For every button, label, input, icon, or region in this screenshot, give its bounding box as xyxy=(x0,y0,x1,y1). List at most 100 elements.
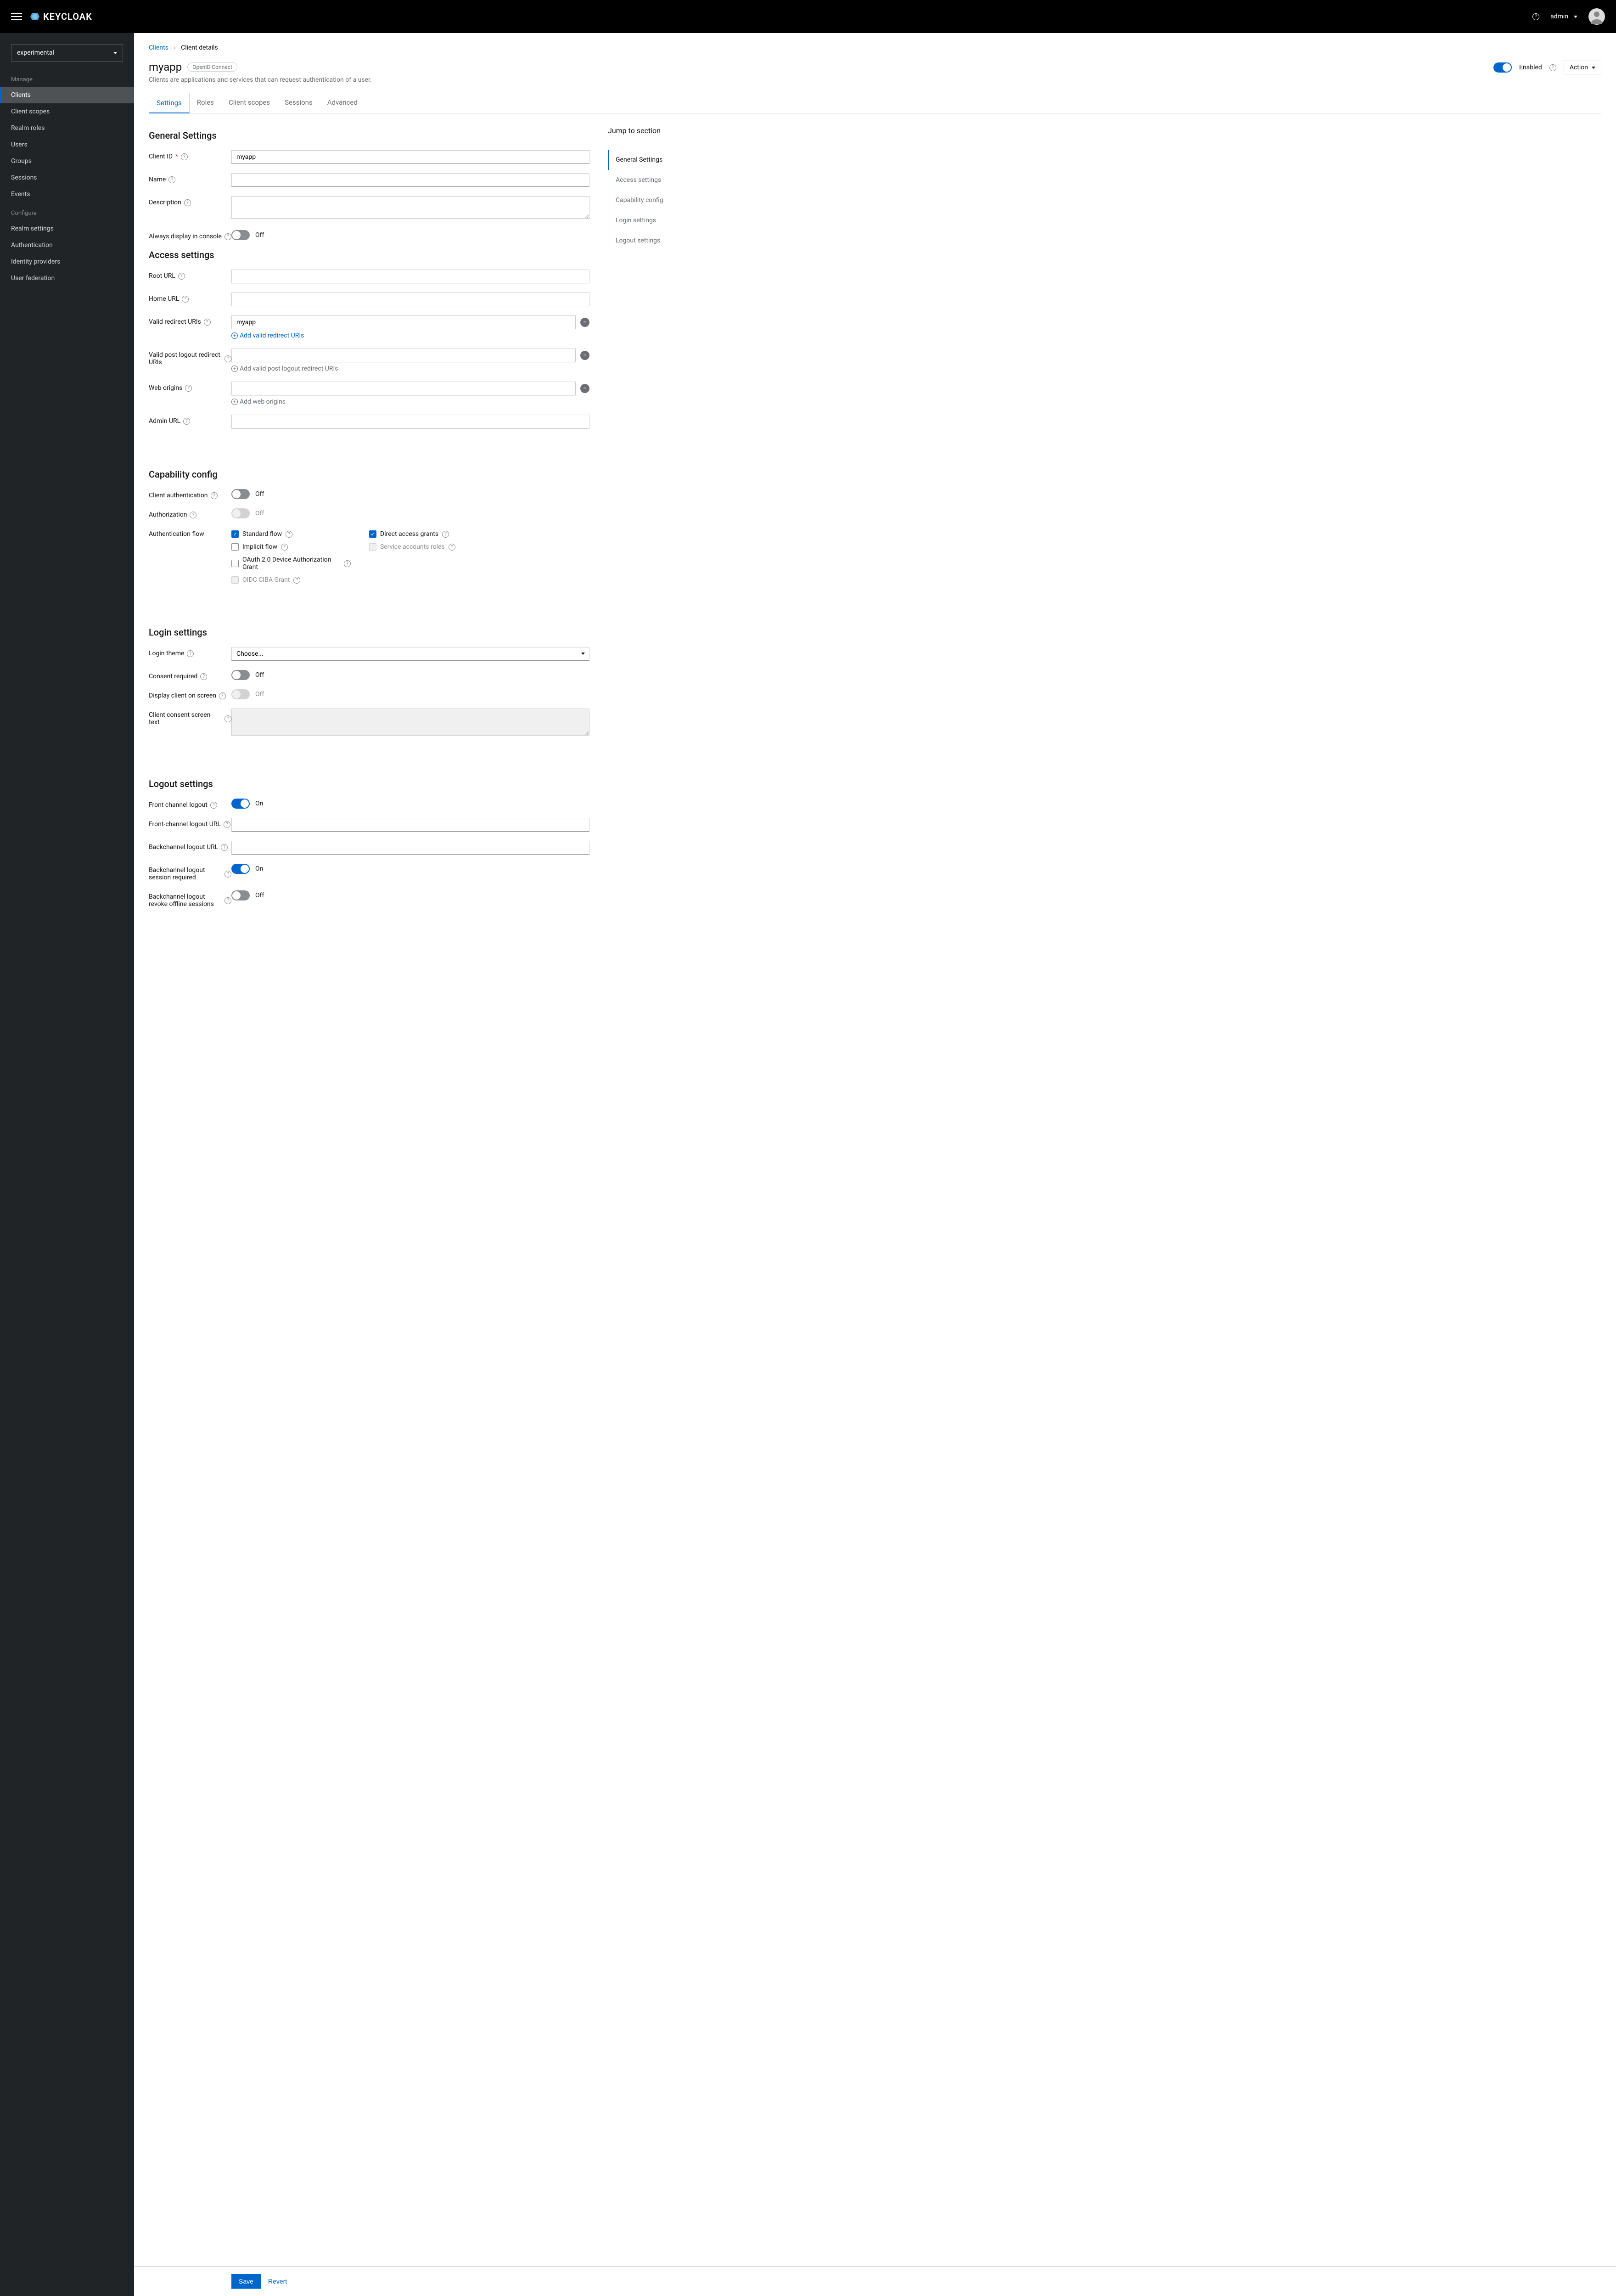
login-theme-select[interactable]: Choose... xyxy=(231,647,589,661)
home-url-label: Home URL ? xyxy=(149,293,231,303)
implicit-flow-checkbox[interactable] xyxy=(231,543,239,551)
help-icon[interactable]: ? xyxy=(442,531,449,538)
oauth-device-checkbox[interactable] xyxy=(231,560,239,567)
enabled-label: Enabled xyxy=(1519,64,1542,71)
jump-access[interactable]: Access settings xyxy=(608,170,700,190)
help-icon[interactable]: ? xyxy=(181,153,188,160)
user-menu[interactable]: admin xyxy=(1550,13,1577,20)
help-icon[interactable]: ? xyxy=(182,296,189,303)
help-icon[interactable]: ? xyxy=(281,544,288,551)
front-channel-switch[interactable] xyxy=(231,799,250,809)
help-icon[interactable]: ? xyxy=(1532,13,1539,20)
jump-login[interactable]: Login settings xyxy=(608,210,700,231)
consent-required-switch[interactable] xyxy=(231,670,250,680)
help-icon[interactable]: ? xyxy=(190,512,196,518)
revert-button[interactable]: Revert xyxy=(268,2274,287,2289)
help-icon[interactable]: ? xyxy=(200,673,207,680)
tab-sessions[interactable]: Sessions xyxy=(277,93,320,113)
help-icon[interactable]: ? xyxy=(211,492,218,499)
help-icon[interactable]: ? xyxy=(221,844,228,851)
help-icon[interactable]: ? xyxy=(184,199,191,206)
help-icon[interactable]: ? xyxy=(185,385,192,392)
action-label: Action xyxy=(1570,64,1588,71)
auth-flow-label: Authentication flow xyxy=(149,528,231,538)
avatar[interactable] xyxy=(1588,8,1605,25)
sidebar-item-groups[interactable]: Groups xyxy=(0,153,134,169)
valid-post-logout-label: Valid post logout redirect URIs ? xyxy=(149,349,231,366)
realm-select[interactable]: experimental xyxy=(11,44,123,62)
enabled-switch[interactable] xyxy=(1493,62,1512,73)
client-auth-label: Client authentication ? xyxy=(149,489,231,499)
help-icon[interactable]: ? xyxy=(178,273,185,280)
jump-capability[interactable]: Capability config xyxy=(608,190,700,210)
help-icon[interactable]: ? xyxy=(224,715,231,722)
tab-advanced[interactable]: Advanced xyxy=(320,93,365,113)
valid-post-logout-input[interactable] xyxy=(231,349,576,362)
web-origins-input[interactable] xyxy=(231,382,576,395)
sidebar-item-authentication[interactable]: Authentication xyxy=(0,237,134,253)
tab-roles[interactable]: Roles xyxy=(190,93,221,113)
sidebar: experimental Manage Clients Client scope… xyxy=(0,33,134,2296)
keycloak-logo-icon xyxy=(29,11,40,22)
remove-web-origin-button[interactable]: − xyxy=(580,384,589,393)
tab-client-scopes[interactable]: Client scopes xyxy=(221,93,277,113)
backchannel-url-input[interactable] xyxy=(231,841,589,855)
help-icon[interactable]: ? xyxy=(224,233,231,240)
tab-settings[interactable]: Settings xyxy=(149,93,190,113)
help-icon[interactable]: ? xyxy=(204,319,211,326)
backchannel-revoke-value: Off xyxy=(255,892,264,899)
consent-text-label: Client consent screen text ? xyxy=(149,709,231,726)
client-id-input[interactable] xyxy=(231,150,589,164)
name-input[interactable] xyxy=(231,173,589,187)
sidebar-item-realm-settings[interactable]: Realm settings xyxy=(0,220,134,237)
add-post-logout-link: +Add valid post logout redirect URIs xyxy=(231,365,589,372)
backchannel-revoke-switch[interactable] xyxy=(231,890,250,900)
action-dropdown[interactable]: Action xyxy=(1564,61,1601,74)
help-icon[interactable]: ? xyxy=(344,560,351,567)
help-icon[interactable]: ? xyxy=(187,650,194,657)
root-url-input[interactable] xyxy=(231,270,589,283)
help-icon[interactable]: ? xyxy=(210,802,217,809)
backchannel-session-value: On xyxy=(255,865,263,872)
help-icon[interactable]: ? xyxy=(449,544,455,551)
help-icon[interactable]: ? xyxy=(219,692,226,699)
help-icon[interactable]: ? xyxy=(168,176,175,183)
remove-redirect-button[interactable]: − xyxy=(580,318,589,327)
help-icon[interactable]: ? xyxy=(224,897,231,904)
admin-url-label: Admin URL ? xyxy=(149,415,231,425)
breadcrumb-clients[interactable]: Clients xyxy=(149,44,168,51)
client-auth-switch[interactable] xyxy=(231,489,250,499)
sidebar-item-client-scopes[interactable]: Client scopes xyxy=(0,103,134,120)
sidebar-item-user-federation[interactable]: User federation xyxy=(0,270,134,287)
save-button[interactable]: Save xyxy=(231,2274,261,2289)
sidebar-item-events[interactable]: Events xyxy=(0,186,134,203)
always-display-switch[interactable] xyxy=(231,230,250,240)
sidebar-item-identity-providers[interactable]: Identity providers xyxy=(0,253,134,270)
remove-post-logout-button[interactable]: − xyxy=(580,351,589,360)
help-icon[interactable]: ? xyxy=(224,821,230,828)
admin-url-input[interactable] xyxy=(231,415,589,428)
valid-redirect-input[interactable] xyxy=(231,315,576,329)
sidebar-section-configure: Configure xyxy=(0,203,134,220)
sidebar-item-realm-roles[interactable]: Realm roles xyxy=(0,120,134,136)
standard-flow-checkbox[interactable] xyxy=(231,530,239,538)
help-icon[interactable]: ? xyxy=(1549,64,1556,71)
direct-access-checkbox[interactable] xyxy=(369,530,376,538)
help-icon[interactable]: ? xyxy=(224,355,231,362)
help-icon[interactable]: ? xyxy=(293,577,300,584)
front-channel-url-input[interactable] xyxy=(231,818,589,832)
always-display-label: Always display in console ? xyxy=(149,230,231,240)
sidebar-item-clients[interactable]: Clients xyxy=(0,87,134,103)
sidebar-item-sessions[interactable]: Sessions xyxy=(0,169,134,186)
help-icon[interactable]: ? xyxy=(224,871,231,878)
menu-toggle[interactable] xyxy=(11,11,22,22)
home-url-input[interactable] xyxy=(231,293,589,306)
sidebar-item-users[interactable]: Users xyxy=(0,136,134,153)
description-input[interactable] xyxy=(231,196,589,219)
help-icon[interactable]: ? xyxy=(183,418,190,425)
backchannel-session-switch[interactable] xyxy=(231,864,250,874)
jump-logout[interactable]: Logout settings xyxy=(608,231,700,251)
help-icon[interactable]: ? xyxy=(286,531,292,538)
add-redirect-link[interactable]: +Add valid redirect URIs xyxy=(231,332,589,339)
jump-general[interactable]: General Settings xyxy=(608,150,700,170)
